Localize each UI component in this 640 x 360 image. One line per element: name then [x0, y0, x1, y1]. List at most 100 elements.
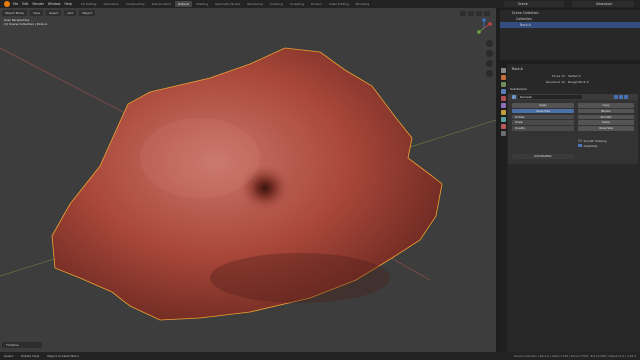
- viewport-menu-object[interactable]: Object: [79, 10, 95, 16]
- modifier-mode-button[interactable]: Copy: [578, 103, 634, 108]
- properties-tab-icon[interactable]: [501, 68, 506, 73]
- status-hints: Select Rotate View Object Context Menu: [4, 354, 79, 358]
- viewport-menu-add[interactable]: Add: [64, 10, 77, 16]
- modifier-mode-button[interactable]: Voxel Size: [578, 126, 634, 131]
- properties-tab-icon[interactable]: [501, 96, 506, 101]
- modifier-name-field[interactable]: Remesh: [518, 95, 582, 99]
- checkbox-label: Adaptivity: [583, 143, 598, 148]
- checkbox[interactable]: [578, 138, 582, 143]
- menu-window[interactable]: Window: [48, 2, 61, 6]
- menu-render[interactable]: Render: [33, 2, 44, 6]
- navigation-gizmo[interactable]: [476, 18, 492, 38]
- modifier-option-button[interactable]: Apply: [512, 103, 574, 108]
- checkbox-row[interactable]: Adaptivity: [578, 143, 607, 148]
- scene-selector[interactable]: Scene: [504, 1, 564, 7]
- viewport-toggle-icon[interactable]: [619, 95, 623, 99]
- modifier-option-button[interactable]: Octree: [512, 114, 574, 120]
- stat-label: Rendered 40: [545, 79, 565, 84]
- subdivision-section-title[interactable]: Subdivision: [508, 87, 638, 92]
- menu-help[interactable]: Help: [64, 2, 71, 6]
- xray-toggle-icon[interactable]: [468, 11, 474, 16]
- properties-tab-icon[interactable]: [501, 117, 506, 122]
- gizmo-y-icon[interactable]: [477, 30, 481, 34]
- viewport-scene[interactable]: [0, 8, 496, 352]
- scene-statistics: Scene Collection | Rock.A | Verts:7,534 …: [513, 354, 636, 358]
- modifier-option-button[interactable]: Quality: [512, 126, 574, 131]
- grid-icon[interactable]: [486, 70, 493, 77]
- viewport-menu-view[interactable]: View: [29, 10, 44, 16]
- properties-tab-icon[interactable]: [501, 103, 506, 108]
- checkbox[interactable]: [578, 143, 582, 148]
- modifier-mode-button[interactable]: Smooth: [578, 114, 634, 120]
- modifier-mode-button[interactable]: Blocks: [578, 108, 634, 114]
- editmode-toggle-icon[interactable]: [614, 95, 618, 99]
- tab-compositing[interactable]: Compositing: [123, 1, 148, 7]
- modifier-checkboxes: Smooth Shading Adaptivity: [578, 138, 607, 148]
- viewport-menu-object-mode[interactable]: Object Mode: [2, 10, 27, 16]
- solid-shading-icon[interactable]: [476, 11, 482, 16]
- gizmo-z-icon[interactable]: [482, 18, 486, 22]
- add-modifier-button[interactable]: Add Modifier: [512, 154, 574, 159]
- properties-tab-icon[interactable]: [501, 82, 506, 87]
- tab-shading[interactable]: Shading: [193, 1, 211, 7]
- 3d-viewport[interactable]: Object Mode View Select Add Object User Pers…: [0, 8, 496, 352]
- modifier-left-column: Apply Voxel Size Octree Scale Quality: [512, 103, 574, 132]
- properties-tab-icon[interactable]: [501, 124, 506, 129]
- properties-tab-icon[interactable]: [501, 110, 506, 115]
- properties-tabs: [500, 64, 507, 352]
- outliner-panel: Scene Collection Collection Rock.A: [500, 10, 640, 60]
- stat-row: Rendered 40 Rough Rock 0: [508, 79, 638, 84]
- tab-texture-paint[interactable]: Texture Paint: [149, 1, 174, 7]
- top-menu-bar: File Edit Render Window Help UV Editing Anima…: [0, 0, 640, 8]
- modifier-panel: Remesh Apply Voxel Size Octree Scale Quality…: [508, 94, 638, 164]
- tab-video-editing[interactable]: Video Editing: [326, 1, 352, 7]
- viewport-info: User Perspective (1) Scene Collection | …: [4, 18, 47, 26]
- modifier-right-column: Copy Blocks Smooth Sharp Voxel Size: [578, 103, 634, 132]
- stat-row: Faces 15 Vertex 0: [508, 73, 638, 78]
- blender-logo-icon[interactable]: [4, 1, 10, 7]
- timeline-tab[interactable]: Timeline: [2, 342, 42, 348]
- tab-modeling[interactable]: Modeling: [353, 1, 373, 7]
- camera-icon[interactable]: [486, 60, 493, 67]
- viewport-nav-buttons: [486, 40, 493, 77]
- stat-value: Vertex 0: [568, 73, 581, 78]
- modifier-header: Remesh: [508, 94, 638, 100]
- material-shading-icon[interactable]: [484, 11, 490, 16]
- properties-tab-icon[interactable]: [501, 131, 506, 136]
- outliner-item[interactable]: Rock.A: [500, 22, 640, 28]
- modifier-option-button[interactable]: Scale: [512, 120, 574, 125]
- pan-hand-icon[interactable]: [486, 50, 493, 57]
- zoom-icon[interactable]: [486, 40, 493, 47]
- modifier-visibility-icons: [614, 95, 628, 99]
- active-object-info: (1) Scene Collection | Rock.A: [4, 22, 48, 26]
- tab-default[interactable]: Default: [174, 1, 192, 7]
- properties-tab-icon[interactable]: [501, 75, 506, 80]
- wrench-icon: [512, 95, 516, 99]
- tab-uv-editing[interactable]: UV Editing: [78, 1, 100, 7]
- menu-file[interactable]: File: [13, 2, 18, 6]
- render-toggle-icon[interactable]: [624, 95, 628, 99]
- viewport-shading-tools: [460, 11, 490, 16]
- tab-rendering[interactable]: Rendering: [244, 1, 265, 7]
- tab-geometry-nodes[interactable]: Geometry Nodes: [212, 1, 243, 7]
- menu-edit[interactable]: Edit: [22, 2, 28, 6]
- tab-sculpting[interactable]: Sculpting: [287, 1, 307, 7]
- outliner-tree: Scene Collection Collection Rock.A: [500, 10, 640, 28]
- tab-scripting[interactable]: Scripting: [267, 1, 286, 7]
- viewport-menu-select[interactable]: Select: [46, 10, 62, 16]
- properties-panel: Rock.A Faces 15 Vertex 0 Rendered 40 Rough …: [500, 64, 640, 352]
- tab-animation[interactable]: Animation: [100, 1, 121, 7]
- rock-highlight: [140, 118, 260, 198]
- gizmo-x-icon[interactable]: [488, 22, 492, 26]
- modifier-option-button[interactable]: Voxel Size: [512, 108, 574, 114]
- viewport-header: Object Mode View Select Add Object: [2, 10, 95, 16]
- object-name-header: Rock.A: [512, 67, 523, 71]
- overlay-toggle-icon[interactable]: [460, 11, 466, 16]
- status-hint: Object Context Menu: [47, 354, 79, 358]
- tab-drivers[interactable]: Drivers: [308, 1, 325, 7]
- properties-tab-icon[interactable]: [501, 89, 506, 94]
- status-bar: Select Rotate View Object Context Menu Sce…: [0, 352, 640, 360]
- modifier-mode-button[interactable]: Sharp: [578, 120, 634, 125]
- view-layer-selector[interactable]: ViewLayer: [572, 1, 634, 7]
- main-menu: File Edit Render Window Help: [13, 2, 72, 6]
